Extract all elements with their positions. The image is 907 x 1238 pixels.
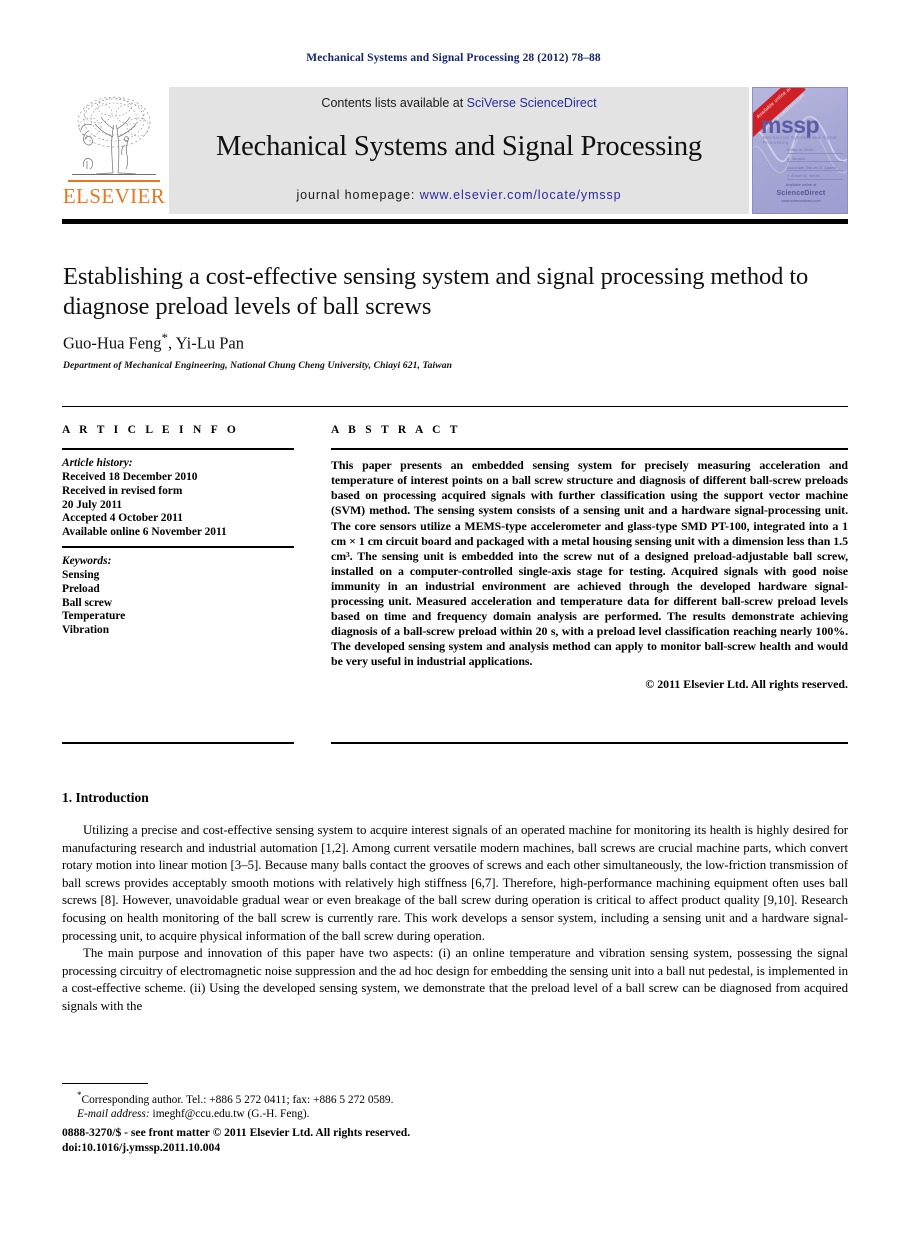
corresponding-author-note: *Corresponding author. Tel.: +886 5 272 … — [62, 1088, 662, 1107]
article-info-heading-rule — [62, 448, 294, 451]
elsevier-logo: ELSEVIER — [62, 87, 166, 214]
email-note: E-mail address: imeghf@ccu.edu.tw (G.-H.… — [62, 1107, 662, 1122]
article-history-item: Received 18 December 2010 — [62, 470, 198, 483]
elsevier-divider — [68, 180, 160, 182]
issn-copyright-line: 0888-3270/$ - see front matter © 2011 El… — [62, 1126, 411, 1139]
article-history-item: Accepted 4 October 2011 — [62, 512, 183, 525]
email-label: E-mail address: — [77, 1108, 150, 1121]
corresponding-author-text: Corresponding author. Tel.: +886 5 272 0… — [81, 1093, 394, 1106]
cover-editor-line: J. Antoni D. Inman — [787, 174, 843, 180]
article-history-item: 20 July 2011 — [62, 498, 123, 511]
cover-editor-line: K. Worden — [787, 157, 843, 163]
front-matter-block: 0888-3270/$ - see front matter © 2011 El… — [62, 1126, 662, 1155]
abstract-text: This paper presents an embedded sensing … — [331, 458, 848, 669]
keyword-item: Sensing — [62, 568, 100, 581]
keywords-divider-rule — [62, 545, 294, 549]
introduction-paragraph: Utilizing a precise and cost-effective s… — [62, 823, 848, 943]
sciencedirect-link[interactable]: SciVerse ScienceDirect — [467, 96, 597, 110]
article-history-item: Available online 6 November 2011 — [62, 526, 227, 539]
footnote-separator-rule — [62, 1083, 148, 1085]
cover-footer: Available online at ScienceDirect www.sc… — [753, 183, 847, 205]
keyword-item: Temperature — [62, 610, 126, 623]
affiliation: Department of Mechanical Engineering, Na… — [63, 360, 453, 371]
elsevier-wordmark: ELSEVIER — [62, 184, 166, 208]
journal-band: Contents lists available at SciVerse Sci… — [169, 87, 749, 214]
abstract-copyright: © 2011 Elsevier Ltd. All rights reserved… — [645, 676, 848, 691]
journal-masthead: ELSEVIER Contents lists available at Sci… — [62, 87, 848, 214]
keyword-item: Ball screw — [62, 596, 113, 609]
masthead-bottom-rule — [62, 219, 848, 224]
contents-available-line: Contents lists available at SciVerse Sci… — [169, 96, 749, 110]
running-head: Mechanical Systems and Signal Processing… — [306, 52, 601, 64]
homepage-prefix: journal homepage: — [296, 188, 420, 202]
article-history-block: Article history: Received 18 December 20… — [62, 457, 294, 540]
cover-editor-line: Associate Editors D. Adams — [787, 166, 843, 172]
journal-cover-thumbnail[interactable]: Available online at www.sciencedirect.co… — [752, 87, 848, 214]
doi-line[interactable]: doi:10.1016/j.ymssp.2011.10.004 — [62, 1141, 662, 1156]
journal-homepage-line: journal homepage: www.elsevier.com/locat… — [169, 188, 749, 202]
keyword-item: Preload — [62, 582, 100, 595]
journal-homepage-link[interactable]: www.elsevier.com/locate/ymssp — [420, 188, 622, 202]
author-list: Guo-Hua Feng*, Yi-Lu Pan — [63, 330, 833, 354]
paper-page: Mechanical Systems and Signal Processing… — [0, 0, 907, 1238]
keywords-label: Keywords: — [62, 555, 112, 568]
author-name-primary: Guo-Hua Feng — [63, 333, 162, 353]
section-heading-introduction: 1. Introduction — [62, 790, 149, 805]
cover-editor-lines: Editor-in-Chief K. Worden Associate Edit… — [787, 148, 843, 183]
cover-subtitle: Mechanical Systems and Signal Processing — [763, 135, 837, 145]
page-title: Establishing a cost-effective sensing sy… — [63, 263, 809, 320]
cover-footer-sciencedirect: ScienceDirect — [776, 189, 826, 197]
keyword-item: Vibration — [62, 624, 110, 637]
cover-footer-url: www.sciencedirect.com — [781, 199, 821, 204]
keywords-block: Keywords: Sensing Preload Ball screw Tem… — [62, 555, 294, 638]
introduction-body: Utilizing a precise and cost-effective s… — [62, 822, 848, 1016]
article-history-item: Received in revised form — [62, 484, 183, 497]
abstract-heading: A B S T R A C T — [331, 424, 461, 436]
journal-title: Mechanical Systems and Signal Processing — [216, 131, 702, 162]
cover-editor-line: Editor-in-Chief — [787, 148, 843, 154]
elsevier-tree-icon — [72, 96, 156, 175]
introduction-paragraph: The main purpose and innovation of this … — [62, 946, 848, 1013]
article-info-bottom-rule — [62, 742, 294, 745]
footnote-block: *Corresponding author. Tel.: +886 5 272 … — [62, 1088, 662, 1122]
abstract-column: A B S T R A C T This paper presents an e… — [331, 424, 848, 692]
email-address[interactable]: imeghf@ccu.edu.tw (G.-H. Feng). — [153, 1108, 310, 1120]
article-info-heading: A R T I C L E I N F O — [62, 424, 240, 436]
abstract-heading-rule — [331, 448, 848, 451]
abstract-bottom-rule — [331, 742, 848, 745]
contents-prefix: Contents lists available at — [321, 96, 467, 110]
article-info-column: A R T I C L E I N F O Article history: R… — [62, 424, 294, 638]
author-name-secondary: , Yi-Lu Pan — [168, 333, 244, 353]
article-history-label: Article history: — [62, 457, 133, 470]
abstract-top-rule — [62, 406, 848, 408]
